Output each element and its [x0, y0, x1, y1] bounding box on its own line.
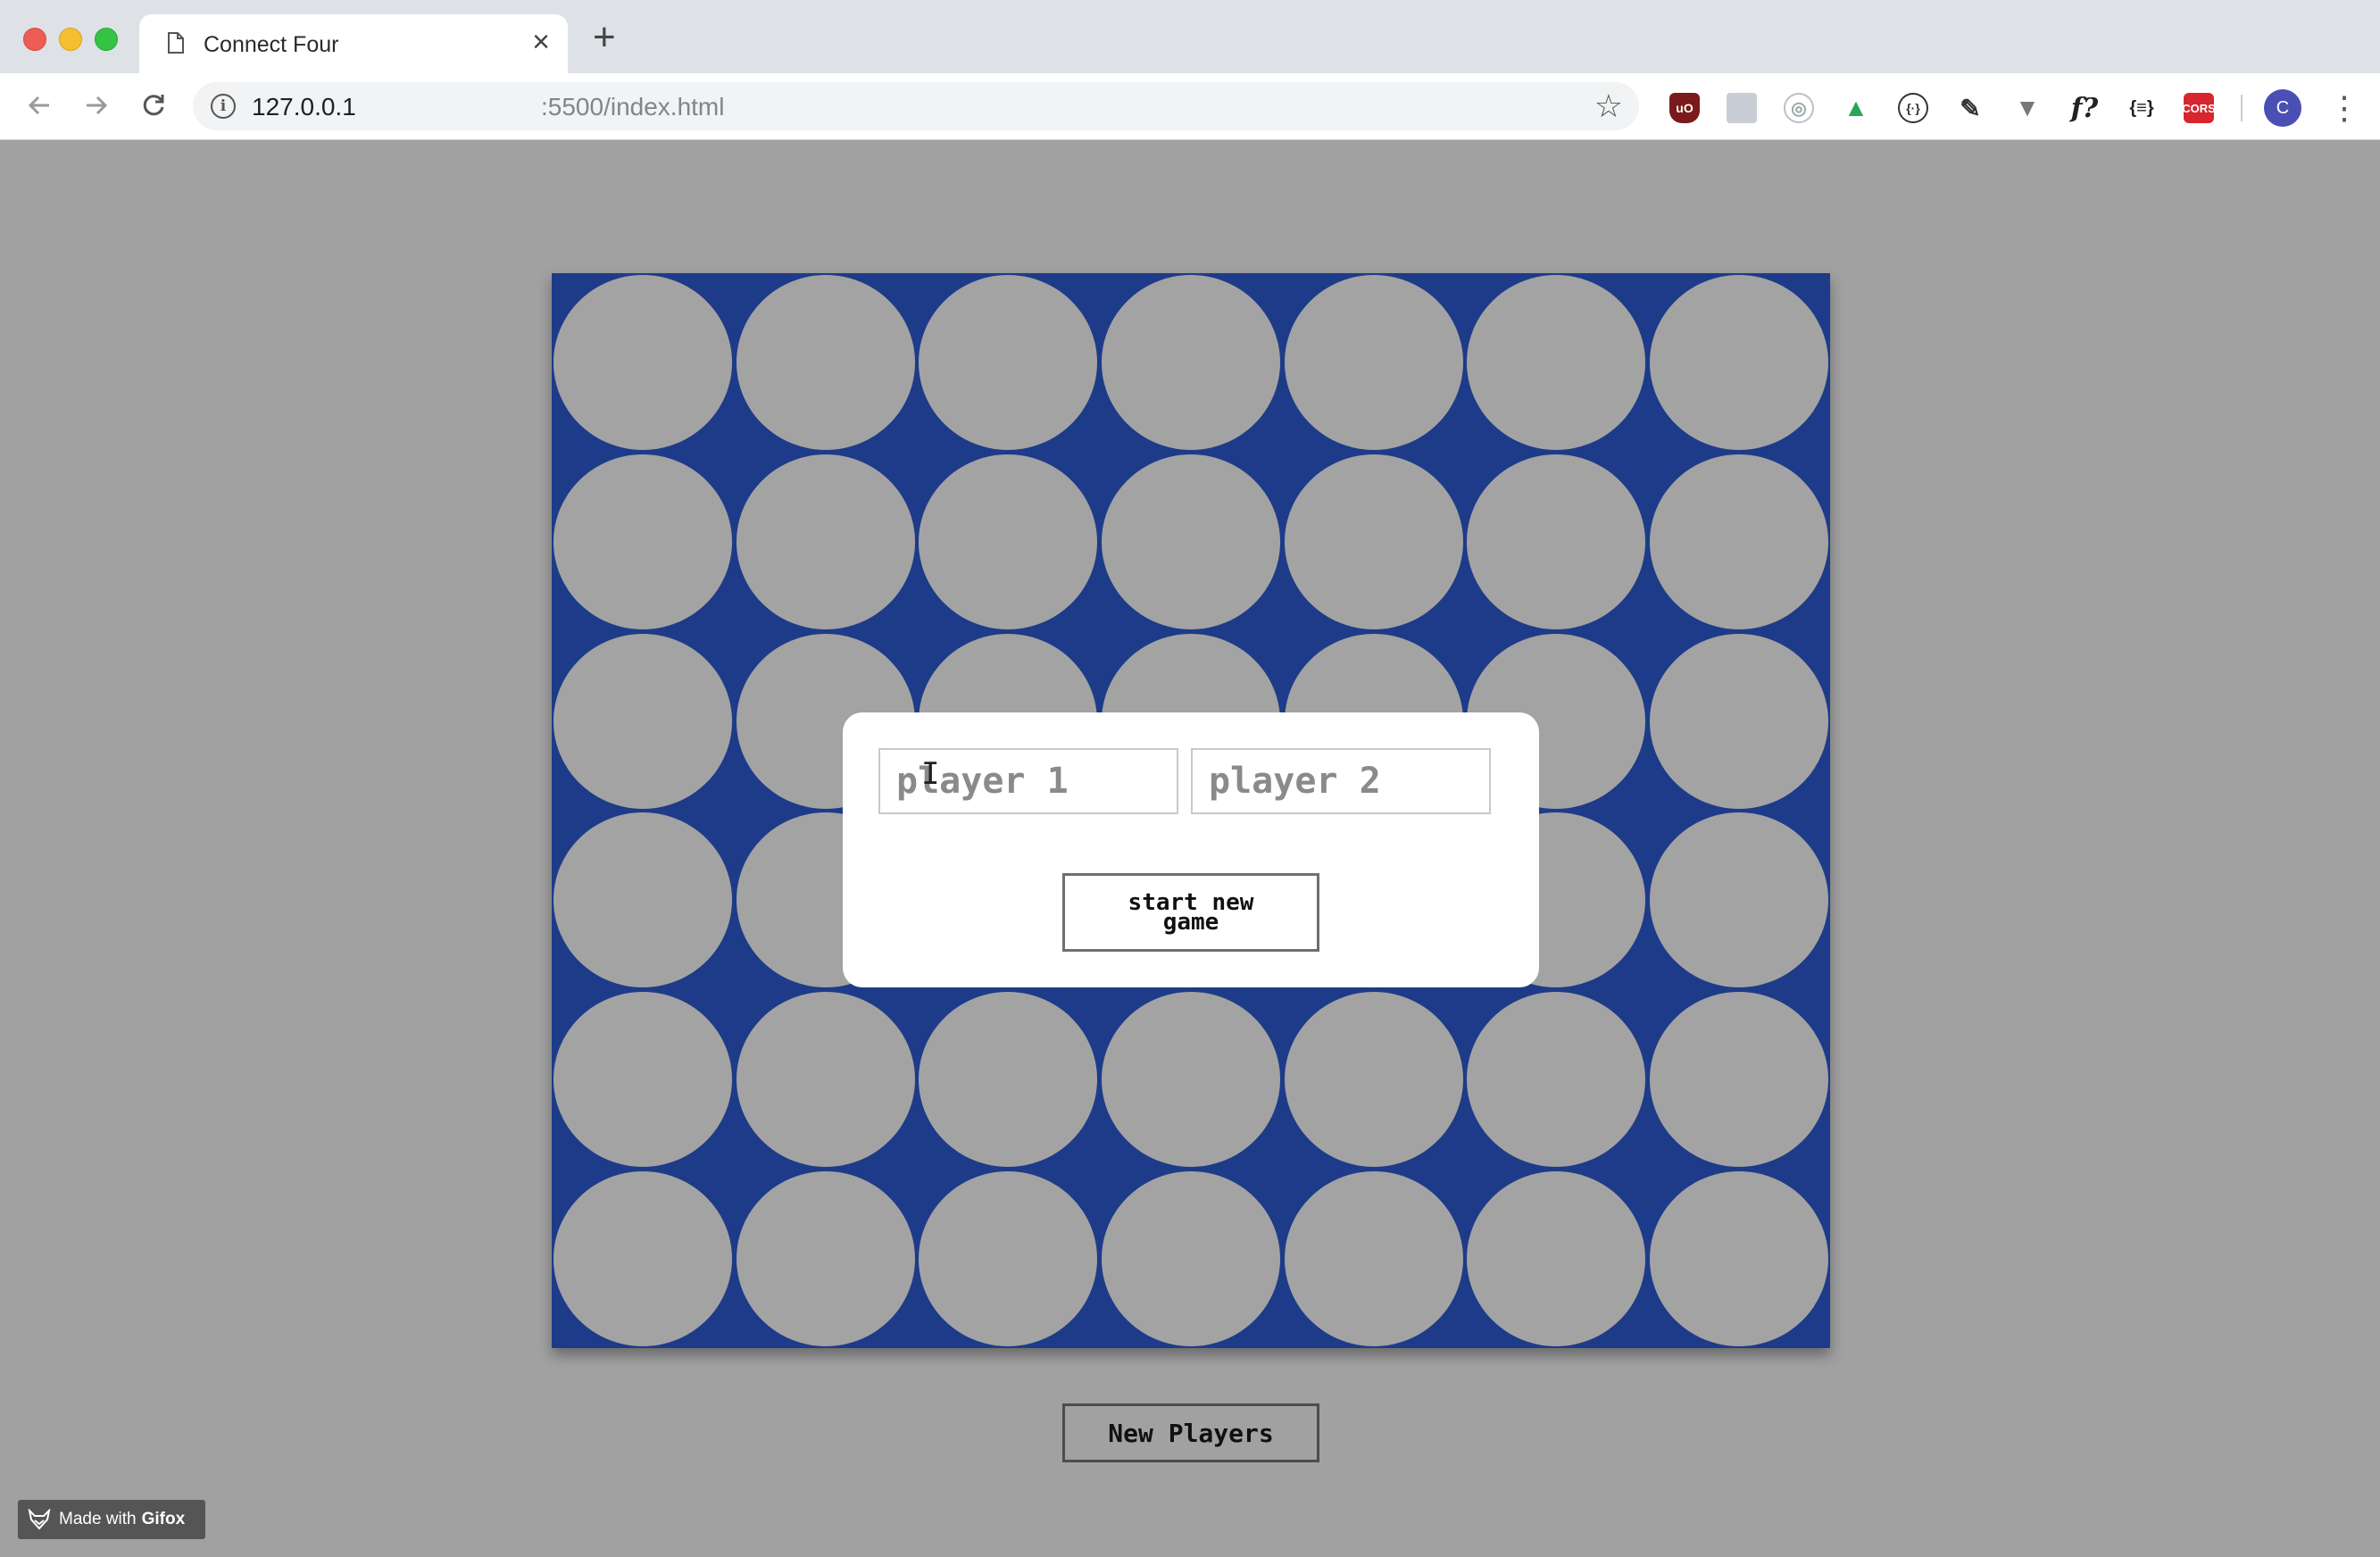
board-slot[interactable]	[1649, 992, 1828, 1167]
board-slot[interactable]	[736, 992, 915, 1167]
url-host: 127.0.0.1	[252, 93, 356, 121]
browser-tab[interactable]: Connect Four ×	[139, 14, 568, 73]
close-tab-icon[interactable]: ×	[532, 27, 550, 57]
board-slot[interactable]	[919, 992, 1098, 1167]
braces-extension-icon[interactable]: {≡}	[2126, 93, 2157, 123]
board-slot[interactable]	[1467, 454, 1646, 629]
page-icon	[168, 32, 184, 54]
url-path: :5500/index.html	[541, 93, 725, 121]
eyedropper-icon[interactable]: ✎	[1955, 93, 1985, 123]
board-slot[interactable]	[1649, 633, 1828, 809]
board-slot[interactable]	[553, 633, 733, 809]
board-slot[interactable]	[1467, 1170, 1646, 1346]
start-new-game-button[interactable]: start new game	[1062, 873, 1319, 952]
player2-name-input[interactable]	[1191, 748, 1491, 814]
bookmark-star-icon[interactable]: ☆	[1594, 87, 1623, 125]
react-devtools-icon[interactable]: ◎	[1784, 93, 1814, 123]
board-slot[interactable]	[1284, 1170, 1463, 1346]
board-slot[interactable]	[553, 812, 733, 988]
board-slot[interactable]	[1467, 275, 1646, 451]
board-slot[interactable]	[1284, 454, 1463, 629]
board-slot[interactable]	[1102, 454, 1280, 629]
new-players-button[interactable]: New Players	[1062, 1403, 1319, 1462]
board-slot[interactable]	[1649, 454, 1828, 629]
board-slot[interactable]	[553, 992, 733, 1167]
site-info-icon[interactable]: i	[211, 94, 236, 119]
toolbar-divider	[2241, 95, 2243, 121]
gifox-brand: Gifox	[141, 1510, 186, 1528]
window-minimize-button[interactable]	[59, 28, 82, 51]
board-slot[interactable]	[1102, 1170, 1280, 1346]
board-slot[interactable]	[919, 454, 1098, 629]
board-slot[interactable]	[919, 1170, 1098, 1346]
board-slot[interactable]	[553, 454, 733, 629]
grid-extension-icon[interactable]	[1727, 93, 1757, 123]
cors-extension-icon[interactable]: CORS	[2182, 93, 2216, 123]
vue-devtools-icon[interactable]: ▼	[2012, 93, 2043, 123]
gifox-logo-icon	[27, 1507, 52, 1532]
new-game-modal: start new game	[843, 712, 1539, 987]
kebab-menu-icon[interactable]: ⋮	[2328, 89, 2360, 127]
board-slot[interactable]	[1102, 992, 1280, 1167]
board-slot[interactable]	[553, 275, 733, 451]
back-arrow-icon[interactable]	[21, 87, 57, 123]
board-slot[interactable]	[1102, 275, 1280, 451]
board-slot[interactable]	[736, 454, 915, 629]
function-extension-icon[interactable]: f?	[2069, 93, 2100, 124]
gifox-watermark: Made with Gifox	[18, 1500, 205, 1539]
board-slot[interactable]	[919, 275, 1098, 451]
window-maximize-button[interactable]	[95, 28, 118, 51]
forward-arrow-icon[interactable]	[79, 87, 114, 123]
board-slot[interactable]	[553, 1170, 733, 1346]
gifox-made-with: Made with	[59, 1510, 137, 1528]
board-slot[interactable]	[1649, 812, 1828, 988]
window-close-button[interactable]	[23, 28, 46, 51]
board-slot[interactable]	[736, 275, 915, 451]
ublock-extension-icon[interactable]: uO	[1669, 93, 1700, 123]
text-cursor-icon: I	[921, 756, 940, 792]
board-slot[interactable]	[1467, 992, 1646, 1167]
json-formatter-icon[interactable]: {·}	[1898, 93, 1928, 123]
tab-title: Connect Four	[204, 32, 339, 57]
profile-avatar[interactable]: C	[2264, 89, 2301, 127]
new-tab-button[interactable]: +	[593, 18, 616, 57]
address-bar[interactable]: i 127.0.0.1 :5500/index.html ☆	[193, 82, 1639, 130]
board-slot[interactable]	[736, 1170, 915, 1346]
board-slot[interactable]	[1284, 992, 1463, 1167]
board-slot[interactable]	[1284, 275, 1463, 451]
board-slot[interactable]	[1649, 1170, 1828, 1346]
board-slot[interactable]	[1649, 275, 1828, 451]
vue-extension-icon[interactable]: ▲	[1841, 93, 1871, 123]
reload-icon[interactable]	[136, 87, 171, 123]
